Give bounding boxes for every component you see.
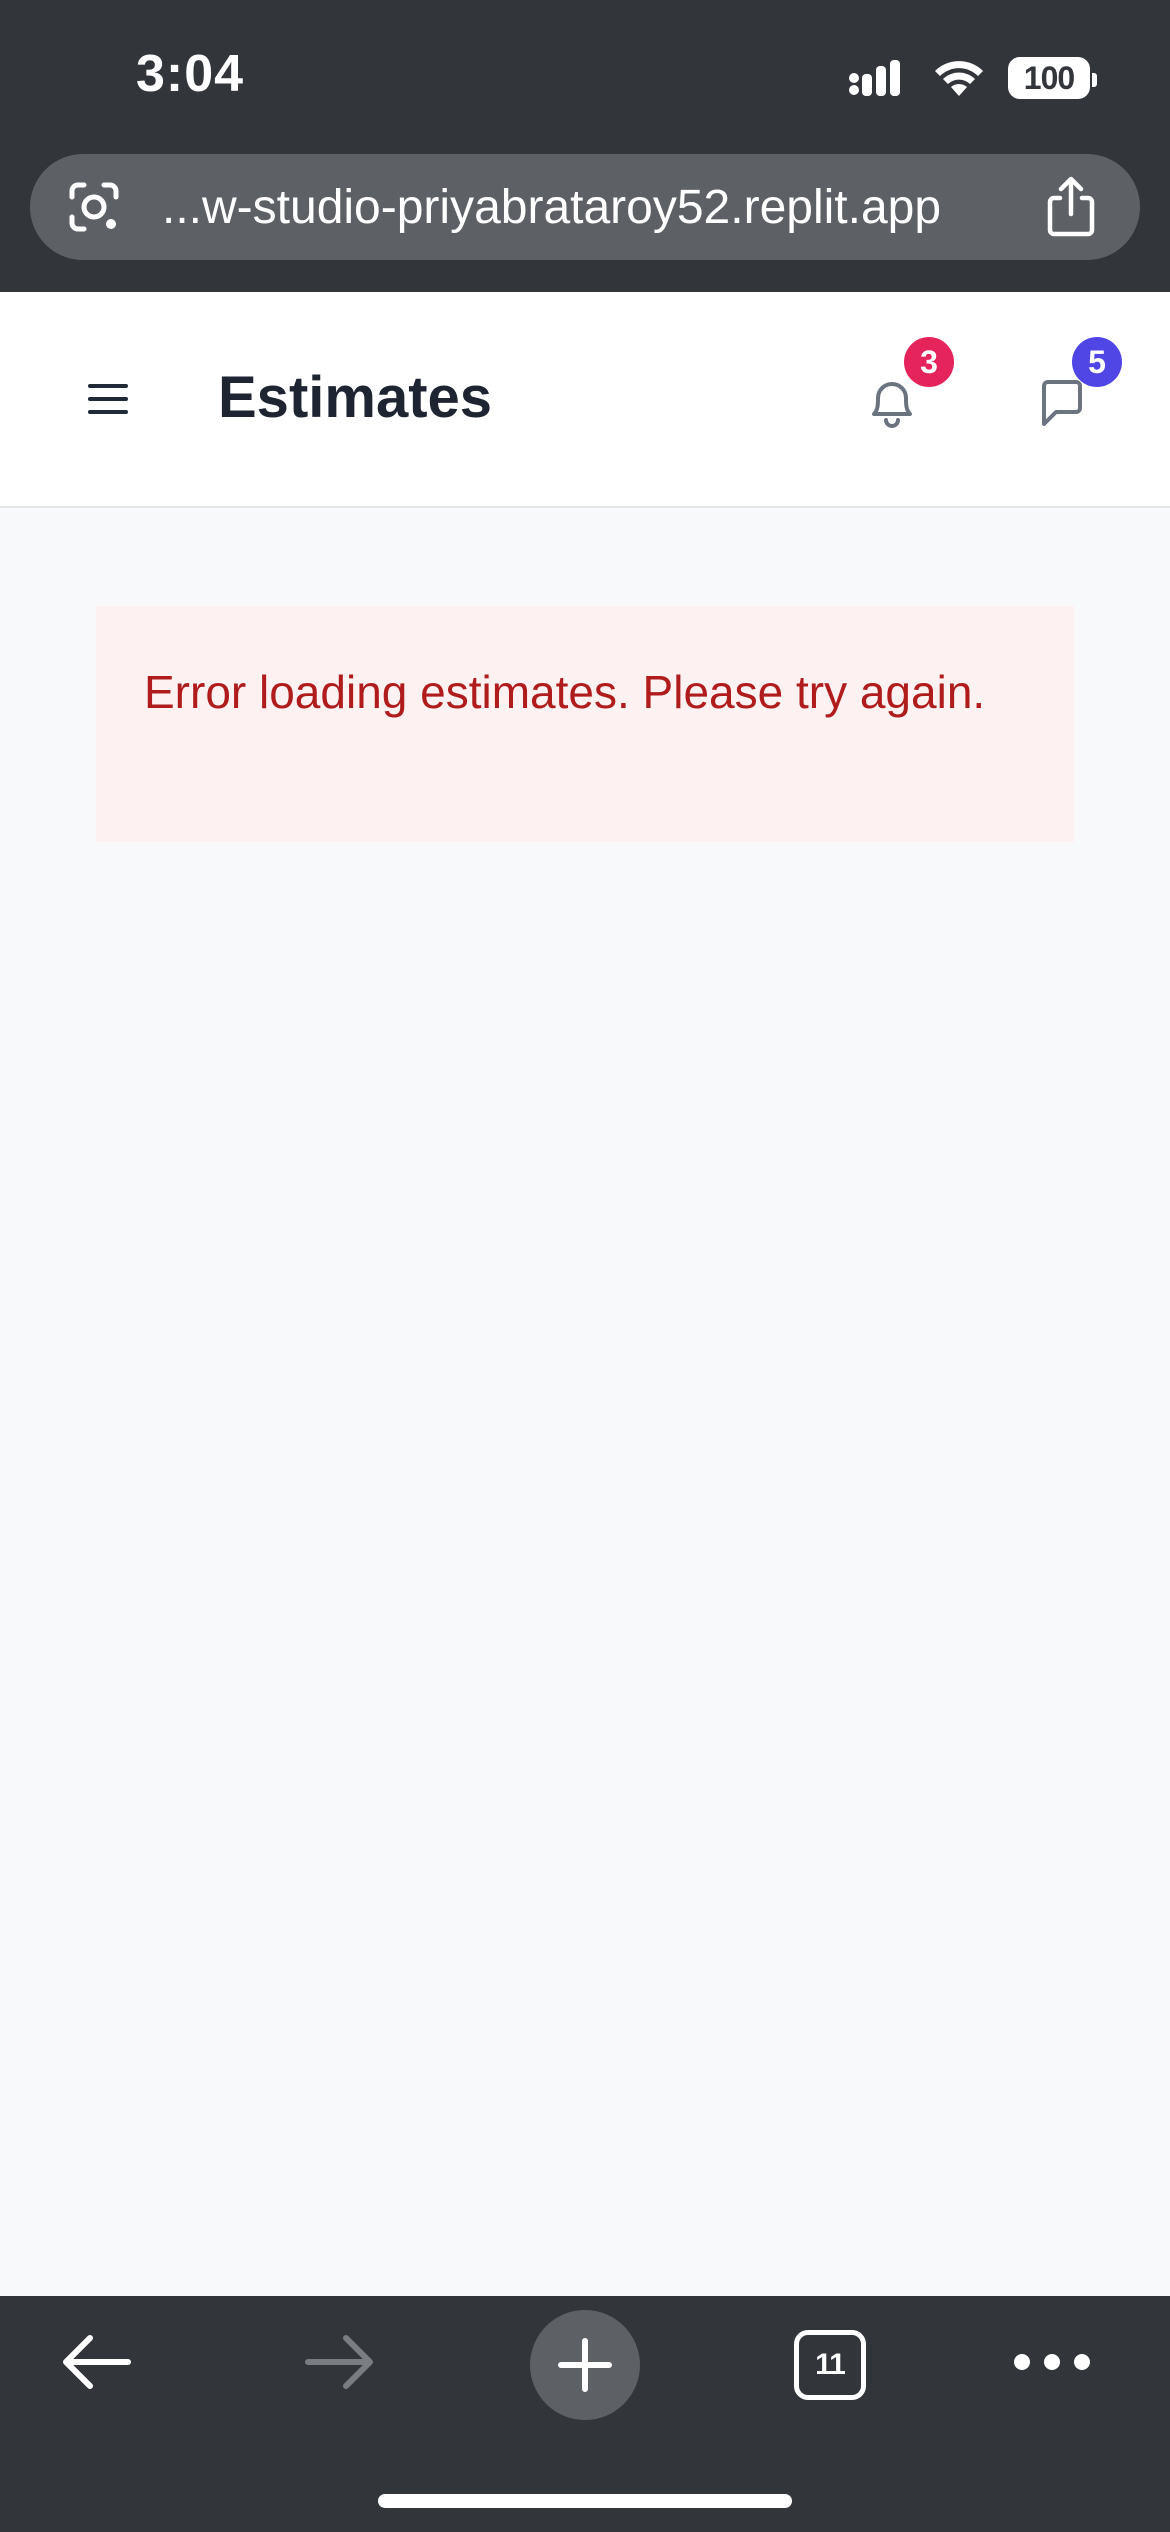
notifications-badge: 3 [904, 337, 954, 387]
lens-icon[interactable] [64, 177, 124, 237]
back-button[interactable] [58, 2330, 134, 2394]
status-icons: 100 [848, 54, 1097, 102]
error-alert: Error loading estimates. Please try agai… [96, 606, 1074, 842]
more-icon[interactable] [1014, 2350, 1090, 2374]
status-time: 3:04 [136, 45, 245, 103]
browser-bottom-toolbar: 11 [0, 2296, 1170, 2532]
plus-icon [558, 2338, 612, 2392]
arrow-left-icon [63, 2335, 131, 2389]
page-title: Estimates [218, 365, 493, 430]
new-tab-button[interactable] [530, 2310, 640, 2420]
share-icon[interactable] [1042, 174, 1100, 238]
battery-icon: 100 [1008, 57, 1097, 99]
error-message: Error loading estimates. Please try agai… [144, 666, 986, 718]
arrow-right-icon [305, 2335, 373, 2389]
browser-top-bar: 3:04 100 ...w-studio-priyabrataroy52.rep… [0, 0, 1170, 292]
app-header: Estimates 3 5 [0, 292, 1170, 508]
home-indicator[interactable] [378, 2494, 792, 2508]
battery-level: 100 [1023, 59, 1075, 96]
messages-badge: 5 [1072, 337, 1122, 387]
main-content: Error loading estimates. Please try agai… [0, 510, 1170, 2296]
url-text[interactable]: ...w-studio-priyabrataroy52.replit.app [162, 180, 1052, 235]
cellular-signal-icon [848, 58, 910, 98]
tabs-button[interactable]: 11 [794, 2330, 866, 2400]
wifi-icon [932, 58, 986, 98]
tab-count: 11 [815, 2348, 846, 2381]
address-bar[interactable]: ...w-studio-priyabrataroy52.replit.app [30, 154, 1140, 260]
menu-icon[interactable] [88, 384, 128, 418]
forward-button[interactable] [302, 2330, 378, 2394]
